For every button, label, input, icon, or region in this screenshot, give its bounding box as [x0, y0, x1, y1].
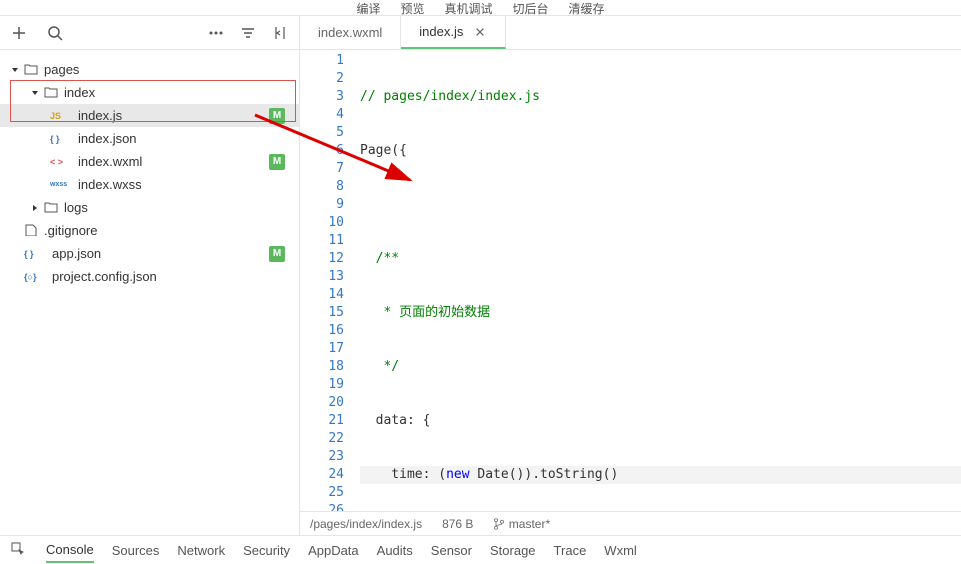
tree-folder-index[interactable]: index — [0, 81, 299, 104]
tree-file-projectconfig[interactable]: {○} project.config.json — [0, 265, 299, 288]
tab-indexjs[interactable]: index.js — [401, 16, 506, 49]
tab-indexwxml[interactable]: index.wxml — [300, 16, 401, 49]
tree-label: index — [64, 85, 95, 100]
wxml-file-icon: < > — [50, 157, 74, 167]
tree-folder-pages[interactable]: pages — [0, 58, 299, 81]
chevron-down-icon — [30, 88, 42, 98]
tree-file-indexjs[interactable]: JS index.js M — [0, 104, 299, 127]
panel-trace[interactable]: Trace — [554, 543, 587, 558]
tree-label: index.js — [78, 108, 122, 123]
status-branch[interactable]: master* — [493, 517, 550, 531]
panel-wxml[interactable]: Wxml — [604, 543, 637, 558]
tree-label: index.wxml — [78, 154, 142, 169]
tree-label: index.wxss — [78, 177, 142, 192]
status-size: 876 B — [442, 517, 473, 531]
menu-debug[interactable]: 真机调试 — [444, 0, 492, 15]
tree-file-gitignore[interactable]: .gitignore — [0, 219, 299, 242]
tree-file-appjson[interactable]: { } app.json M — [0, 242, 299, 265]
panel-console[interactable]: Console — [46, 542, 94, 563]
config-file-icon: {○} — [24, 272, 48, 282]
modified-badge: M — [269, 108, 285, 124]
file-tree: pages index JS index.js M { } index.json… — [0, 50, 299, 535]
status-path: /pages/index/index.js — [310, 517, 422, 531]
json-file-icon: { } — [50, 134, 74, 144]
panel-network[interactable]: Network — [177, 543, 225, 558]
tree-label: .gitignore — [44, 223, 97, 238]
folder-icon — [44, 86, 58, 100]
file-icon — [24, 224, 38, 238]
status-bar: /pages/index/index.js 876 B master* — [300, 511, 961, 535]
tree-label: project.config.json — [52, 269, 157, 284]
folder-icon — [44, 201, 58, 215]
tree-file-indexjson[interactable]: { } index.json — [0, 127, 299, 150]
panel-storage[interactable]: Storage — [490, 543, 536, 558]
tab-label: index.js — [419, 24, 463, 39]
tab-label: index.wxml — [318, 25, 382, 40]
devtools-panel: Console Sources Network Security AppData… — [0, 535, 961, 564]
menu-preview[interactable]: 预览 — [400, 0, 424, 15]
chevron-right-icon — [30, 203, 42, 213]
panel-sources[interactable]: Sources — [112, 543, 160, 558]
search-icon[interactable] — [46, 24, 64, 42]
add-icon[interactable] — [10, 24, 28, 42]
sidebar-toolbar — [0, 16, 299, 50]
top-menu: 编译 预览 真机调试 切后台 清缓存 — [0, 0, 961, 15]
modified-badge: M — [269, 154, 285, 170]
tab-bar: index.wxml index.js — [300, 16, 961, 50]
tree-label: logs — [64, 200, 88, 215]
code-content[interactable]: // pages/index/index.js Page({ /** * 页面的… — [360, 50, 961, 511]
close-icon[interactable] — [473, 25, 487, 39]
panel-audits[interactable]: Audits — [377, 543, 413, 558]
tree-label: app.json — [52, 246, 101, 261]
more-icon[interactable] — [207, 24, 225, 42]
menu-background[interactable]: 切后台 — [513, 0, 549, 15]
tree-file-indexwxss[interactable]: wxss index.wxss — [0, 173, 299, 196]
modified-badge: M — [269, 246, 285, 262]
menu-clearcache[interactable]: 清缓存 — [569, 0, 605, 15]
wxss-file-icon: wxss — [50, 181, 74, 188]
chevron-down-icon — [10, 65, 22, 75]
tree-folder-logs[interactable]: logs — [0, 196, 299, 219]
json-file-icon: { } — [24, 249, 48, 259]
collapse-icon[interactable] — [271, 24, 289, 42]
code-editor[interactable]: 1234567891011121314151617181920212223242… — [300, 50, 961, 511]
folder-icon — [24, 63, 38, 77]
inspect-icon[interactable] — [10, 541, 28, 559]
tree-label: index.json — [78, 131, 137, 146]
js-file-icon: JS — [50, 111, 74, 121]
menu-compile[interactable]: 编译 — [356, 0, 380, 15]
sidebar: pages index JS index.js M { } index.json… — [0, 16, 300, 535]
filter-icon[interactable] — [239, 24, 257, 42]
editor-area: index.wxml index.js 12345678910111213141… — [300, 16, 961, 535]
tree-file-indexwxml[interactable]: < > index.wxml M — [0, 150, 299, 173]
panel-sensor[interactable]: Sensor — [431, 543, 472, 558]
panel-appdata[interactable]: AppData — [308, 543, 359, 558]
panel-security[interactable]: Security — [243, 543, 290, 558]
tree-label: pages — [44, 62, 79, 77]
line-gutter: 1234567891011121314151617181920212223242… — [300, 50, 360, 511]
